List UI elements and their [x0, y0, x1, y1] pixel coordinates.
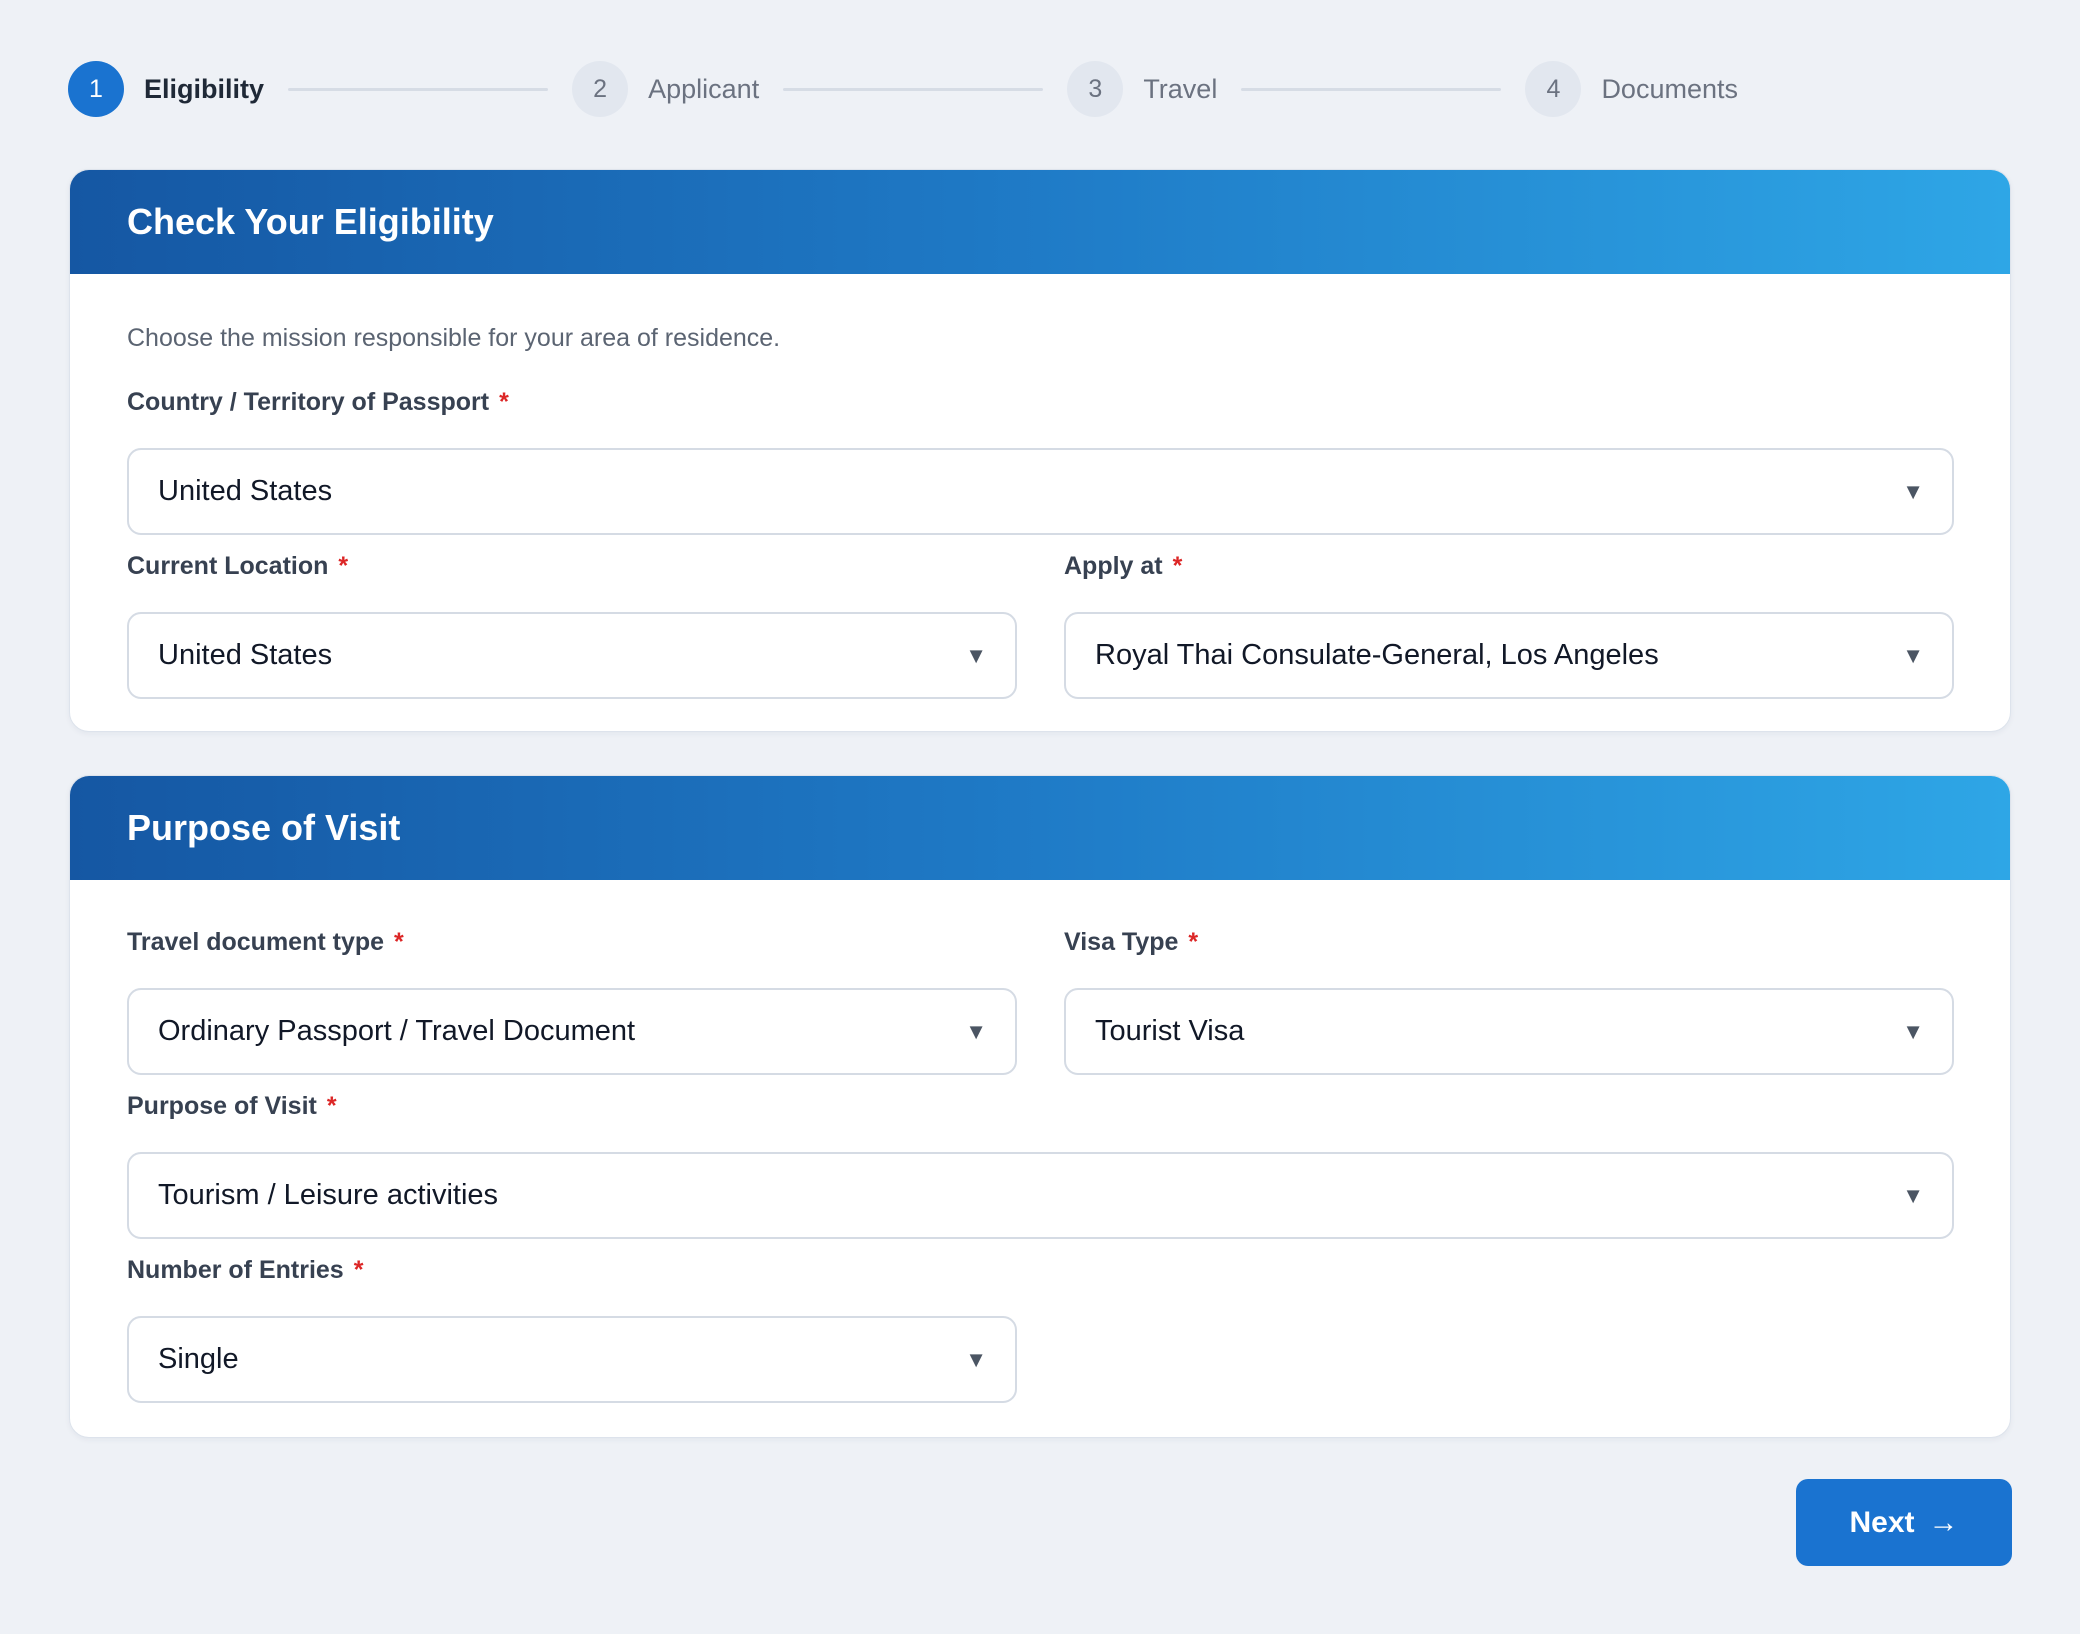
step-eligibility[interactable]: 1 Eligibility	[68, 61, 264, 117]
step-number: 2	[572, 61, 629, 117]
purpose-of-visit-value: Tourism / Leisure activities	[158, 1179, 499, 1211]
chevron-down-icon: ▼	[1902, 642, 1924, 668]
passport-country-label-text: Country / Territory of Passport	[127, 388, 490, 416]
entries-field: Number of Entries * Single ▼	[127, 1256, 1017, 1403]
step-travel[interactable]: 3 Travel	[1067, 61, 1217, 117]
step-connector	[288, 87, 549, 91]
apply-at-field: Apply at * Royal Thai Consulate-General, …	[1064, 552, 1954, 699]
passport-country-field: Country / Territory of Passport * United …	[127, 388, 1954, 535]
passport-country-select[interactable]: United States ▼	[127, 448, 1954, 535]
visa-type-select[interactable]: Tourist Visa ▼	[1064, 988, 1954, 1075]
visa-application-page: 1 Eligibility 2 Applicant 3 Travel 4 Doc…	[0, 0, 2080, 1634]
document-type-select[interactable]: Ordinary Passport / Travel Document ▼	[127, 988, 1017, 1075]
step-number: 1	[68, 61, 124, 117]
entries-label: Number of Entries *	[127, 1256, 1017, 1290]
chevron-down-icon: ▼	[965, 1346, 987, 1372]
step-documents[interactable]: 4 Documents	[1525, 61, 1738, 117]
apply-at-label: Apply at *	[1064, 552, 1954, 586]
step-label: Eligibility	[144, 73, 265, 104]
step-number: 4	[1525, 61, 1582, 117]
chevron-down-icon: ▼	[965, 1018, 987, 1044]
chevron-down-icon: ▼	[1902, 1018, 1924, 1044]
visa-type-field: Visa Type * Tourist Visa ▼	[1064, 928, 1954, 1075]
eligibility-card-header: Check Your Eligibility	[70, 170, 2010, 274]
current-location-select[interactable]: United States ▼	[127, 612, 1017, 699]
step-applicant[interactable]: 2 Applicant	[572, 61, 759, 117]
purpose-card: Purpose of Visit Travel document type * O…	[69, 775, 2011, 1438]
required-marker: *	[326, 1092, 337, 1120]
purpose-of-visit-select[interactable]: Tourism / Leisure activities ▼	[127, 1152, 1954, 1239]
eligibility-card-title: Check Your Eligibility	[127, 201, 494, 242]
apply-at-select[interactable]: Royal Thai Consulate-General, Los Angele…	[1064, 612, 1954, 699]
next-button-label: Next	[1849, 1505, 1915, 1539]
entries-value: Single	[158, 1343, 239, 1375]
chevron-down-icon: ▼	[1902, 478, 1924, 504]
document-type-value: Ordinary Passport / Travel Document	[158, 1015, 636, 1047]
step-label: Applicant	[648, 73, 760, 104]
step-connector	[783, 87, 1044, 91]
step-number: 3	[1067, 61, 1124, 117]
required-marker: *	[338, 552, 349, 580]
chevron-down-icon: ▼	[965, 642, 987, 668]
entries-label-text: Number of Entries	[127, 1256, 344, 1284]
step-label: Travel	[1143, 73, 1218, 104]
document-type-field: Travel document type * Ordinary Passport …	[127, 928, 1017, 1075]
eligibility-card: Check Your Eligibility Choose the missio…	[69, 169, 2011, 732]
purpose-of-visit-field: Purpose of Visit * Tourism / Leisure acti…	[127, 1092, 1954, 1239]
required-marker: *	[394, 928, 404, 956]
passport-country-label: Country / Territory of Passport *	[127, 388, 1954, 422]
purpose-of-visit-label-text: Purpose of Visit	[127, 1092, 317, 1120]
purpose-card-title: Purpose of Visit	[127, 807, 401, 848]
arrow-right-icon: →	[1928, 1505, 1959, 1539]
purpose-of-visit-label: Purpose of Visit *	[127, 1092, 1954, 1126]
required-marker: *	[499, 388, 509, 416]
current-location-field: Current Location * United States ▼	[127, 552, 1017, 699]
document-type-label: Travel document type *	[127, 928, 1017, 962]
progress-stepper: 1 Eligibility 2 Applicant 3 Travel 4 Doc…	[68, 61, 1738, 117]
apply-at-label-text: Apply at	[1064, 552, 1163, 580]
apply-at-value: Royal Thai Consulate-General, Los Angele…	[1095, 639, 1659, 671]
eligibility-hint: Choose the mission responsible for your …	[127, 324, 781, 352]
step-connector	[1241, 87, 1502, 91]
purpose-card-header: Purpose of Visit	[70, 776, 2010, 880]
required-marker: *	[1172, 552, 1183, 580]
passport-country-value: United States	[158, 475, 333, 507]
required-marker: *	[353, 1256, 364, 1284]
current-location-label-text: Current Location	[127, 552, 329, 580]
document-type-label-text: Travel document type	[127, 928, 385, 956]
step-label: Documents	[1601, 73, 1738, 104]
entries-select[interactable]: Single ▼	[127, 1316, 1017, 1403]
visa-type-value: Tourist Visa	[1095, 1015, 1245, 1047]
chevron-down-icon: ▼	[1902, 1182, 1924, 1208]
visa-type-label: Visa Type *	[1064, 928, 1954, 962]
next-button[interactable]: Next →	[1796, 1479, 2012, 1566]
required-marker: *	[1188, 928, 1199, 956]
current-location-label: Current Location *	[127, 552, 1017, 586]
current-location-value: United States	[158, 639, 333, 671]
visa-type-label-text: Visa Type	[1064, 928, 1179, 956]
